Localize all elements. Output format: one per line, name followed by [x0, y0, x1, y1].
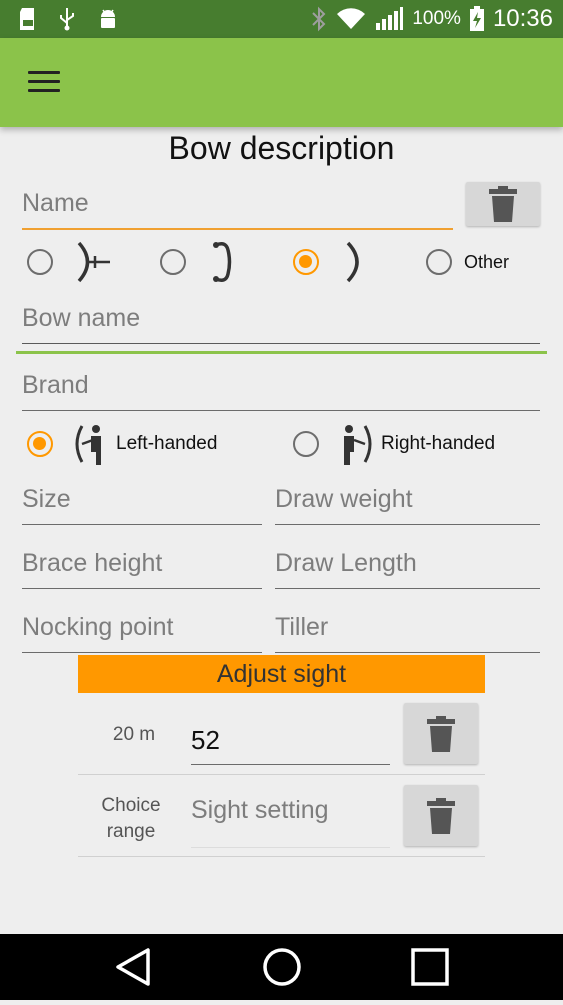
recurve-bow-icon [213, 242, 232, 282]
row-divider [78, 856, 485, 857]
name-placeholder: Name [22, 189, 89, 217]
nocking-point-field[interactable]: Nocking point [22, 608, 262, 653]
brace-height-field[interactable]: Brace height [22, 544, 262, 589]
bow-type-longbow-radio[interactable] [293, 249, 319, 275]
draw-weight-field[interactable]: Draw weight [275, 480, 540, 525]
left-handed-radio[interactable] [27, 431, 53, 457]
left-handed-archer-icon [75, 425, 101, 465]
left-handed-label: Left-handed [116, 433, 218, 454]
bow-type-other-label: Other [464, 252, 510, 272]
size-placeholder: Size [22, 485, 71, 513]
wifi-icon [337, 8, 366, 30]
battery-percent: 100% [412, 8, 461, 29]
bow-type-other-radio[interactable] [426, 249, 452, 275]
trash-icon [489, 186, 517, 222]
right-handed-archer-icon [344, 425, 372, 465]
bow-name-placeholder: Bow name [22, 304, 141, 332]
sight-distance-label: 20 m [112, 724, 156, 745]
draw-length-placeholder: Draw Length [275, 549, 417, 577]
draw-length-field[interactable]: Draw Length [275, 544, 540, 589]
sight-setting-field[interactable]: Sight setting [191, 789, 390, 848]
divider [16, 351, 547, 354]
hamburger-menu-icon[interactable] [28, 71, 60, 95]
bow-name-field[interactable]: Bow name [22, 299, 540, 344]
tiller-placeholder: Tiller [275, 613, 329, 641]
right-handed-radio[interactable] [293, 431, 319, 457]
choice-range-line1: Choice [101, 795, 161, 816]
sd-card-icon [20, 8, 34, 30]
status-bar: 100% 10:36 [0, 0, 563, 38]
row-divider [78, 774, 485, 775]
page-title: Bow description [168, 130, 395, 166]
sight-value: 52 [191, 725, 220, 755]
sight-setting-placeholder: Sight setting [191, 796, 329, 824]
battery-charging-icon [469, 6, 484, 31]
draw-weight-placeholder: Draw weight [275, 485, 413, 513]
choice-range-label: Choice range [90, 793, 172, 845]
back-icon [116, 948, 150, 986]
delete-sight-button[interactable] [404, 703, 478, 764]
choice-range-line2: range [106, 821, 156, 842]
bluetooth-icon [312, 6, 326, 32]
home-icon [263, 948, 301, 986]
navigation-bar [0, 934, 563, 1000]
app-bar [0, 38, 563, 127]
bow-type-compound-radio[interactable] [27, 249, 53, 275]
recents-icon [411, 948, 449, 986]
compound-bow-icon [77, 241, 110, 283]
home-button[interactable] [232, 934, 332, 1000]
adjust-sight-header: Adjust sight [78, 655, 485, 693]
brace-height-placeholder: Brace height [22, 549, 163, 577]
usb-icon [60, 8, 74, 31]
signal-icon [376, 7, 404, 30]
right-handed-label: Right-handed [381, 433, 496, 454]
brand-field[interactable]: Brand [22, 366, 540, 411]
back-button[interactable] [82, 934, 182, 1000]
clock: 10:36 [492, 5, 553, 32]
brand-placeholder: Brand [22, 371, 89, 399]
sight-value-field[interactable]: 52 [191, 706, 390, 765]
delete-choice-range-button[interactable] [404, 785, 478, 846]
longbow-icon [346, 241, 359, 283]
bow-type-recurve-radio[interactable] [160, 249, 186, 275]
tiller-field[interactable]: Tiller [275, 608, 540, 653]
recents-button[interactable] [380, 934, 480, 1000]
trash-icon [427, 797, 455, 834]
size-field[interactable]: Size [22, 480, 262, 525]
name-field[interactable]: Name [22, 184, 453, 230]
trash-icon [427, 715, 455, 752]
android-debug-icon [101, 9, 115, 28]
delete-bow-button[interactable] [466, 182, 540, 226]
nocking-point-placeholder: Nocking point [22, 613, 174, 641]
